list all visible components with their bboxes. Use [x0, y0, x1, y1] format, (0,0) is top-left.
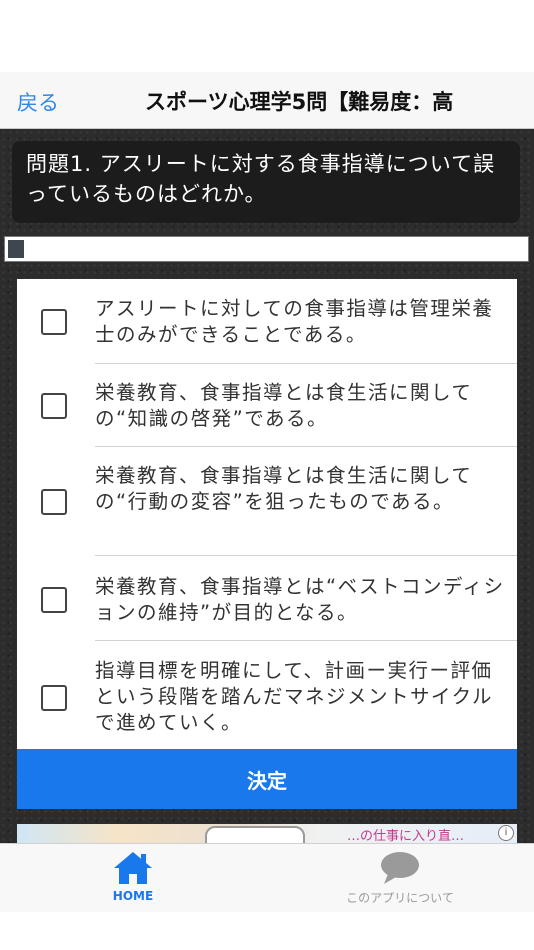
home-indicator-area — [0, 912, 534, 950]
answer-option-4-text: 栄養教育、食事指導とは“ベストコンディションの維持”が目的となる。 — [95, 575, 505, 624]
navigation-bar: 戻る スポーツ心理学5問【難易度：高 — [0, 72, 534, 129]
page-title: スポーツ心理学5問【難易度：高 — [145, 90, 454, 114]
decide-button[interactable]: 決定 — [17, 749, 517, 809]
back-button[interactable]: 戻る — [17, 87, 59, 117]
progress-bar-fill — [8, 240, 24, 258]
ad-text: …の仕事に入り直… — [347, 829, 465, 843]
answer-option-2-text: 栄養教育、食事指導とは食生活に関しての“知識の啓発”である。 — [95, 381, 473, 430]
answer-options-list: アスリートに対しての食事指導は管理栄養士のみができることである。 栄養教育、食事… — [17, 279, 517, 749]
answer-option-5[interactable]: 指導目標を明確にして、計画ー実行ー評価という段階を踏んだマネジメントサイクルで進… — [17, 641, 517, 749]
answer-option-1-text: アスリートに対しての食事指導は管理栄養士のみができることである。 — [95, 297, 494, 346]
progress-bar — [4, 236, 529, 262]
speech-bubble-icon — [381, 852, 419, 884]
answer-option-4[interactable]: 栄養教育、食事指導とは“ベストコンディションの維持”が目的となる。 — [17, 556, 517, 641]
ad-phone-frame — [205, 826, 305, 843]
question-text: 問題1. アスリートに対する食事指導について誤っているものはどれか。 — [12, 141, 520, 223]
tab-home-label: HOME — [112, 889, 154, 903]
checkbox-2[interactable] — [41, 393, 67, 419]
checkbox-4[interactable] — [41, 587, 67, 613]
answer-option-2[interactable]: 栄養教育、食事指導とは食生活に関しての“知識の啓発”である。 — [17, 364, 517, 447]
status-bar — [0, 0, 534, 72]
tab-about[interactable]: このアプリについて — [300, 844, 500, 912]
checkbox-5[interactable] — [41, 685, 67, 711]
checkbox-3[interactable] — [41, 489, 67, 515]
checkbox-1[interactable] — [41, 309, 67, 335]
tab-home[interactable]: HOME — [33, 844, 233, 912]
answer-option-5-text: 指導目標を明確にして、計画ー実行ー評価という段階を踏んだマネジメントサイクルで進… — [95, 659, 494, 734]
tab-bar: HOME このアプリについて — [0, 843, 534, 912]
answer-option-1[interactable]: アスリートに対しての食事指導は管理栄養士のみができることである。 — [17, 279, 517, 364]
home-icon — [114, 852, 152, 884]
answer-option-3-text: 栄養教育、食事指導とは食生活に関しての“行動の変容”を狙ったものである。 — [95, 464, 473, 513]
quiz-content: 問題1. アスリートに対する食事指導について誤っているものはどれか。 アスリート… — [0, 129, 534, 843]
info-icon[interactable]: i — [498, 825, 514, 841]
answer-option-3[interactable]: 栄養教育、食事指導とは食生活に関しての“行動の変容”を狙ったものである。 — [17, 447, 517, 556]
ad-banner[interactable]: …の仕事に入り直… i — [17, 824, 517, 843]
tab-about-label: このアプリについて — [346, 891, 454, 905]
